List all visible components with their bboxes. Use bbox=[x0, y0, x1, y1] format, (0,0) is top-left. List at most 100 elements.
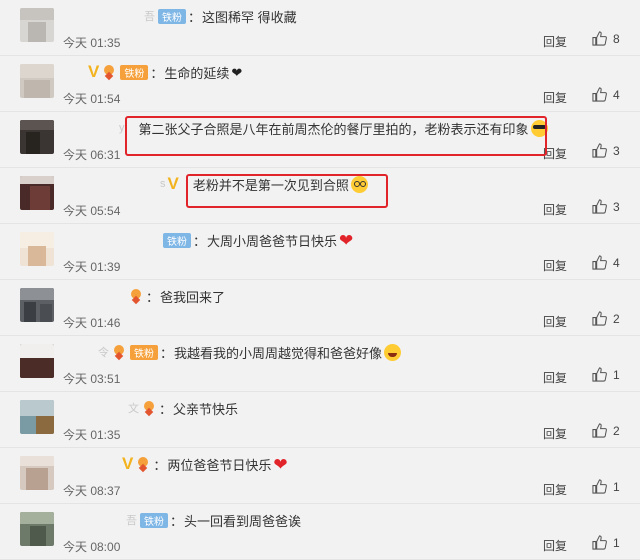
comment-item: V 铁粉 ： 生命的延续 ❤ 今天 01:54 回复 4 bbox=[0, 56, 640, 112]
comment-item: 吾 铁粉 ： 这图稀罕 得收藏 今天 01:35 回复 8 bbox=[0, 0, 640, 56]
thumbs-up-icon bbox=[592, 255, 607, 270]
comment-header: ： 爸我回来了 bbox=[64, 284, 225, 308]
like-button[interactable]: 3 bbox=[592, 199, 620, 214]
comment-item: y 第二张父子合照是八年在前周杰伦的餐厅里拍的，老粉表示还有印象 今天 06:3… bbox=[0, 112, 640, 168]
comment-time: 今天 01:35 bbox=[63, 36, 121, 50]
colon: ： bbox=[170, 513, 184, 529]
reply-button[interactable]: 回复 bbox=[543, 481, 567, 498]
comment-item: 文 ： 父亲节快乐 今天 01:35 回复 2 bbox=[0, 392, 640, 448]
comment-header: 吾 铁粉 ： 这图稀罕 得收藏 bbox=[64, 4, 297, 28]
colon: ： bbox=[193, 233, 207, 249]
avatar[interactable] bbox=[20, 344, 54, 378]
username[interactable]: 文 bbox=[128, 400, 139, 416]
like-button[interactable]: 2 bbox=[592, 423, 620, 438]
comment-item: V ： 两位爸爸节日快乐 ❤ 今天 08:37 回复 1 bbox=[0, 448, 640, 504]
comment-header: 铁粉 ： 大周小周爸爸节日快乐 ❤ bbox=[64, 228, 353, 252]
comment-header: s V 老粉并不是第一次见到合照 bbox=[64, 172, 368, 196]
comment-text: 生命的延续 bbox=[164, 65, 230, 81]
like-button[interactable]: 4 bbox=[592, 87, 620, 102]
like-button[interactable]: 2 bbox=[592, 311, 620, 326]
verified-v-icon: V bbox=[88, 62, 100, 81]
comment-time: 今天 01:54 bbox=[63, 92, 121, 106]
colon: ： bbox=[146, 289, 160, 305]
reply-button[interactable]: 回复 bbox=[543, 257, 567, 274]
avatar[interactable] bbox=[20, 176, 54, 210]
eyeglasses-emoji-icon bbox=[350, 175, 368, 193]
comment-list: 吾 铁粉 ： 这图稀罕 得收藏 今天 01:35 回复 8 V 铁粉 ： 生命的… bbox=[0, 0, 640, 560]
like-count: 1 bbox=[613, 535, 620, 550]
username[interactable]: 令 bbox=[98, 344, 109, 360]
like-count: 2 bbox=[613, 423, 620, 438]
avatar[interactable] bbox=[20, 456, 54, 490]
avatar[interactable] bbox=[20, 64, 54, 98]
fan-medal-icon bbox=[141, 401, 157, 415]
thumbs-up-icon bbox=[592, 87, 607, 102]
laughing-emoji-icon bbox=[384, 343, 402, 361]
comment-header: 吾 铁粉 ： 头一回看到周爸爸诶 bbox=[64, 508, 301, 532]
like-button[interactable]: 4 bbox=[592, 255, 620, 270]
reply-button[interactable]: 回复 bbox=[543, 369, 567, 386]
thumbs-up-icon bbox=[592, 535, 607, 550]
fan-badge: 铁粉 bbox=[140, 512, 168, 528]
comment-text: 第二张父子合照是八年在前周杰伦的餐厅里拍的，老粉表示还有印象 bbox=[138, 121, 529, 137]
comment-item: 铁粉 ： 大周小周爸爸节日快乐 ❤ 今天 01:39 回复 4 bbox=[0, 224, 640, 280]
avatar[interactable] bbox=[20, 512, 54, 546]
avatar[interactable] bbox=[20, 400, 54, 434]
username[interactable]: 吾 bbox=[144, 8, 155, 24]
thumbs-up-icon bbox=[592, 199, 607, 214]
like-button[interactable]: 1 bbox=[592, 479, 620, 494]
thumbs-up-icon bbox=[592, 311, 607, 326]
comment-header: 令 铁粉 ： 我越看我的小周周越觉得和爸爸好像 bbox=[64, 340, 402, 364]
like-count: 3 bbox=[613, 143, 620, 158]
comment-text: 头一回看到周爸爸诶 bbox=[184, 513, 302, 529]
black-heart-icon: ❤ bbox=[231, 64, 243, 80]
like-button[interactable]: 8 bbox=[592, 31, 620, 46]
reply-button[interactable]: 回复 bbox=[543, 537, 567, 554]
reply-button[interactable]: 回复 bbox=[543, 201, 567, 218]
comment-text: 老粉并不是第一次见到合照 bbox=[192, 177, 349, 193]
like-button[interactable]: 1 bbox=[592, 367, 620, 382]
like-count: 1 bbox=[613, 367, 620, 382]
comment-text: 大周小周爸爸节日快乐 bbox=[207, 233, 338, 249]
comment-text: 我越看我的小周周越觉得和爸爸好像 bbox=[174, 345, 383, 361]
like-count: 3 bbox=[613, 199, 620, 214]
colon: ： bbox=[159, 401, 173, 417]
reply-button[interactable]: 回复 bbox=[543, 313, 567, 330]
comment-text: 父亲节快乐 bbox=[173, 401, 239, 417]
fan-badge: 铁粉 bbox=[158, 8, 186, 24]
comment-time: 今天 05:54 bbox=[63, 204, 121, 218]
reply-button[interactable]: 回复 bbox=[543, 89, 567, 106]
reply-button[interactable]: 回复 bbox=[543, 33, 567, 50]
avatar[interactable] bbox=[20, 232, 54, 266]
username[interactable]: y bbox=[119, 122, 125, 134]
username[interactable]: s bbox=[160, 178, 166, 190]
fan-badge: 铁粉 bbox=[120, 64, 149, 80]
comment-header: V 铁粉 ： 生命的延续 ❤ bbox=[64, 60, 242, 84]
avatar[interactable] bbox=[20, 8, 54, 42]
like-button[interactable]: 1 bbox=[592, 535, 620, 550]
reply-button[interactable]: 回复 bbox=[543, 145, 567, 162]
fan-medal-icon bbox=[111, 345, 127, 359]
comment-text: 这图稀罕 得收藏 bbox=[202, 9, 297, 25]
fan-medal-icon bbox=[135, 457, 151, 471]
thumbs-up-icon bbox=[592, 143, 607, 158]
comment-time: 今天 08:00 bbox=[63, 540, 121, 554]
comment-header: V ： 两位爸爸节日快乐 ❤ bbox=[64, 452, 288, 476]
colon: ： bbox=[150, 65, 164, 81]
comment-time: 今天 03:51 bbox=[63, 372, 121, 386]
avatar[interactable] bbox=[20, 288, 54, 322]
comment-header: y 第二张父子合照是八年在前周杰伦的餐厅里拍的，老粉表示还有印象 bbox=[64, 116, 548, 140]
thumbs-up-icon bbox=[592, 423, 607, 438]
fan-medal-icon bbox=[128, 289, 144, 303]
username[interactable]: 吾 bbox=[126, 512, 137, 528]
comment-item: 令 铁粉 ： 我越看我的小周周越觉得和爸爸好像 今天 03:51 回复 1 bbox=[0, 336, 640, 392]
avatar[interactable] bbox=[20, 120, 54, 154]
thumbs-up-icon bbox=[592, 479, 607, 494]
colon: ： bbox=[188, 9, 202, 25]
like-button[interactable]: 3 bbox=[592, 143, 620, 158]
fan-medal-icon bbox=[101, 65, 117, 79]
verified-v-icon: V bbox=[167, 174, 179, 193]
fan-badge: 铁粉 bbox=[130, 344, 158, 360]
reply-button[interactable]: 回复 bbox=[543, 425, 567, 442]
red-heart-icon: ❤ bbox=[339, 230, 354, 250]
